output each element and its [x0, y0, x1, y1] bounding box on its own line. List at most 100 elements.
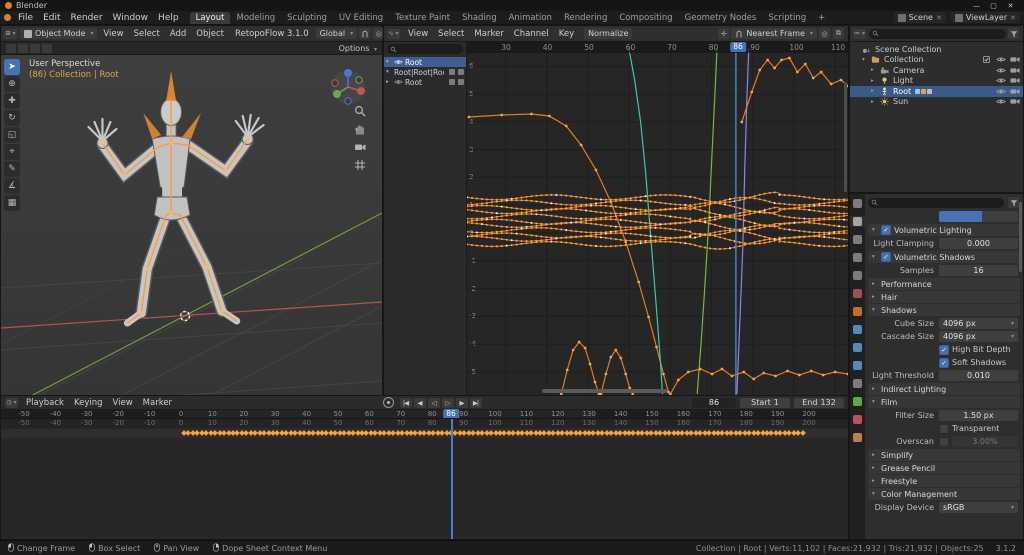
- panel-header-indirect-lighting[interactable]: ▸ Indirect Lighting: [868, 383, 1020, 395]
- outliner-row-camera[interactable]: ▸ Camera: [850, 65, 1023, 76]
- graph-frame-ruler[interactable]: 30 40 50 60 70 80 90 100 110: [467, 42, 848, 53]
- workspace-tab-[interactable]: +: [812, 12, 831, 24]
- editor-type-button[interactable]: ≔ ▾: [853, 28, 866, 39]
- properties-tab-material[interactable]: [850, 414, 865, 425]
- menu-file[interactable]: File: [13, 13, 38, 23]
- workspace-tab-modeling[interactable]: Modeling: [230, 12, 281, 24]
- workspace-tab-texture-paint[interactable]: Texture Paint: [389, 12, 456, 24]
- view-layer-selector[interactable]: ViewLayer ✕: [950, 12, 1020, 23]
- properties-tab-physics[interactable]: [850, 360, 865, 371]
- workspace-tab-rendering[interactable]: Rendering: [558, 12, 613, 24]
- viewport-canvas[interactable]: User Perspective (86) Collection | Root …: [1, 55, 382, 396]
- remove-view-layer-icon[interactable]: ✕: [1010, 14, 1016, 22]
- properties-tab-object[interactable]: [850, 306, 865, 317]
- disable-in-render-camera-icon[interactable]: [1009, 56, 1020, 63]
- auto-keying-toggle[interactable]: [382, 397, 394, 408]
- select-mode-new-icon[interactable]: [6, 43, 16, 53]
- disable-in-render-camera-icon[interactable]: [1009, 67, 1020, 74]
- hide-in-viewport-eye-icon[interactable]: [995, 77, 1006, 84]
- eye-icon[interactable]: [394, 79, 403, 85]
- channel-row-action[interactable]: ▾ Root|Root|Root|c:IgpBo: [384, 67, 466, 77]
- properties-tab-output[interactable]: [850, 234, 865, 245]
- maximize-button[interactable]: ▢: [985, 2, 1002, 10]
- tool-rotate[interactable]: ↻: [4, 110, 20, 126]
- panel-header-color-management[interactable]: ▾ Color Management: [868, 488, 1020, 500]
- copy-keyframes-icon[interactable]: ⧉: [833, 28, 844, 39]
- properties-tab-modifiers[interactable]: [850, 324, 865, 335]
- select-mode-subtract-icon[interactable]: [30, 43, 40, 53]
- menu-add[interactable]: Add: [165, 29, 191, 39]
- value-slider-disabled[interactable]: 3.00%: [952, 436, 1018, 447]
- transport-prev-keyframe-button[interactable]: ◀: [413, 397, 426, 408]
- panel-header-grease-pencil[interactable]: ▸ Grease Pencil: [868, 462, 1020, 474]
- panel-header-performance[interactable]: ▸ Performance: [868, 278, 1020, 290]
- eye-icon[interactable]: [394, 59, 403, 65]
- proportional-editing-icon[interactable]: ◎: [819, 28, 830, 39]
- tool-add-cube[interactable]: ▦: [4, 195, 20, 211]
- properties-tab-render[interactable]: [850, 216, 865, 227]
- workspace-tab-geometry-nodes[interactable]: Geometry Nodes: [679, 12, 763, 24]
- value-field-filter-size[interactable]: 1.50 px: [939, 410, 1018, 421]
- disable-in-render-camera-icon[interactable]: [1009, 98, 1020, 105]
- keyframe-diamond[interactable]: [799, 430, 806, 436]
- tool-cursor[interactable]: ⊕: [4, 76, 20, 92]
- menu-keying[interactable]: Keying: [69, 398, 108, 408]
- frame-start-field[interactable]: Start 1: [740, 397, 790, 408]
- menu-render[interactable]: Render: [66, 13, 108, 23]
- properties-tab-particles[interactable]: [850, 342, 865, 353]
- value-field-samples[interactable]: 16: [939, 265, 1018, 276]
- workspace-tab-animation[interactable]: Animation: [503, 12, 558, 24]
- menu-window[interactable]: Window: [108, 13, 154, 23]
- current-frame-field[interactable]: 86: [692, 397, 736, 408]
- menu-view[interactable]: View: [108, 398, 138, 408]
- menu-view[interactable]: View: [403, 29, 433, 39]
- properties-tab-tool[interactable]: [850, 198, 865, 209]
- panel-checkbox-volumetric-shadows[interactable]: ✓: [881, 252, 891, 262]
- playhead-line[interactable]: [451, 419, 453, 539]
- transport-next-keyframe-button[interactable]: ▶: [455, 397, 468, 408]
- blender-menu-icon[interactable]: [4, 14, 11, 21]
- editor-type-button[interactable]: ◷ ▾: [5, 397, 18, 408]
- tool-scale[interactable]: ◱: [4, 127, 20, 143]
- cursor-toggle-icon[interactable]: ✛: [718, 28, 730, 39]
- transport-jump-first-button[interactable]: |◀: [399, 397, 412, 408]
- toggle-perspective-grid-icon[interactable]: [354, 159, 366, 171]
- panel-header-hair[interactable]: ▸ Hair: [868, 291, 1020, 303]
- properties-tab-world[interactable]: [850, 288, 865, 299]
- pan-hand-icon[interactable]: [354, 123, 366, 135]
- hide-in-viewport-eye-icon[interactable]: [995, 98, 1006, 105]
- hide-in-viewport-eye-icon[interactable]: [995, 88, 1006, 95]
- scene-selector[interactable]: Scene ✕: [893, 12, 946, 23]
- properties-tab-texture[interactable]: [850, 432, 865, 443]
- mode-dropdown[interactable]: Object Mode ▾: [20, 28, 98, 39]
- tool-annotate[interactable]: ✎: [4, 161, 20, 177]
- menu-playback[interactable]: Playback: [21, 398, 69, 408]
- mute-icon[interactable]: [458, 69, 464, 75]
- workspace-tab-compositing[interactable]: Compositing: [613, 12, 678, 24]
- menu-edit[interactable]: Edit: [38, 13, 65, 23]
- tool-move[interactable]: ✚: [4, 93, 20, 109]
- properties-tab-object-data[interactable]: [850, 396, 865, 407]
- workspace-tab-shading[interactable]: Shading: [456, 12, 503, 24]
- panel-header-volumetric-shadows[interactable]: ▾ ✓ Volumetric Shadows: [868, 251, 1020, 263]
- panel-checkbox-volumetric-lighting[interactable]: ✓: [881, 225, 891, 235]
- horizontal-scrollbar[interactable]: [542, 389, 667, 393]
- transport-play-reverse-button[interactable]: ◁: [427, 397, 440, 408]
- checkbox-overscan[interactable]: [939, 436, 949, 447]
- dropdown-cube-size[interactable]: 4096 px ▾: [939, 318, 1018, 329]
- frame-end-field[interactable]: End 132: [794, 397, 844, 408]
- menu-view[interactable]: View: [98, 29, 128, 39]
- minimize-button[interactable]: —: [968, 2, 985, 10]
- disable-in-render-camera-icon[interactable]: [1009, 88, 1020, 95]
- panel-header-shadows[interactable]: ▾ Shadows: [868, 304, 1020, 316]
- workspace-tab-uv-editing[interactable]: UV Editing: [333, 12, 389, 24]
- expander-icon[interactable]: ▾: [386, 59, 392, 65]
- menu-marker[interactable]: Marker: [469, 29, 508, 39]
- editor-type-button[interactable]: ∿ ▾: [387, 28, 400, 39]
- menu-channel[interactable]: Channel: [509, 29, 554, 39]
- value-field-light-threshold[interactable]: 0.010: [939, 370, 1018, 381]
- properties-scrollbar[interactable]: [1019, 202, 1022, 272]
- channel-search-field[interactable]: [387, 44, 463, 54]
- filter-funnel-icon[interactable]: [1008, 197, 1019, 208]
- workspace-tab-scripting[interactable]: Scripting: [762, 12, 812, 24]
